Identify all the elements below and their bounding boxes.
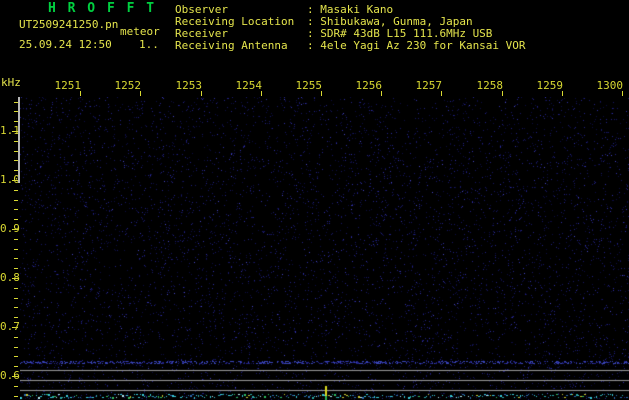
y-tick-mark-left <box>12 376 18 377</box>
x-tick-label: 1257 <box>415 79 443 92</box>
freq-unit-label: kHz <box>1 76 21 89</box>
info-label: Receiving Antenna <box>175 39 288 52</box>
y-tick-mark-left <box>14 396 18 397</box>
x-tick-label: 1259 <box>536 79 564 92</box>
station-name: meteor <box>120 25 160 38</box>
app-title: H R O F F T <box>48 1 157 16</box>
x-tick-label: 1256 <box>355 79 383 92</box>
x-tick-mark <box>441 91 442 96</box>
x-tick-label: 1254 <box>235 79 263 92</box>
y-tick-mark-left <box>12 327 18 328</box>
y-tick-mark-left <box>14 347 18 348</box>
info-row: Receiving Antenna : 4ele Yagi Az 230 for … <box>175 40 526 52</box>
x-tick-mark <box>261 91 262 96</box>
x-tick-mark <box>140 91 141 96</box>
spectrogram-canvas <box>20 97 629 400</box>
x-tick-label: 1253 <box>175 79 203 92</box>
x-tick-mark <box>622 91 623 96</box>
y-tick-mark-left <box>14 356 18 357</box>
header-info: Observer: Masaki Kano Receiving Location:… <box>175 4 526 52</box>
x-tick-mark <box>502 91 503 96</box>
output-filename: UT2509241250.pn <box>19 18 119 31</box>
datetime-label: 25.09.24 12:50 <box>19 38 112 51</box>
y-tick-mark-left <box>12 229 18 230</box>
x-tick-label: 1252 <box>114 79 142 92</box>
x-tick-mark <box>381 91 382 96</box>
x-tick-label: 1255 <box>295 79 323 92</box>
y-tick-mark-left <box>12 278 18 279</box>
y-tick-mark-left <box>14 307 18 308</box>
info-value: : 4ele Yagi Az 230 for Kansai VOR <box>307 39 526 52</box>
y-tick-mark-left <box>14 200 18 201</box>
y-tick-mark-left <box>14 268 18 269</box>
hrofft-window: H R O F F T UT2509241250.pn meteor 25.09… <box>0 0 629 400</box>
x-tick-mark <box>562 91 563 96</box>
y-tick-mark-left <box>14 190 18 191</box>
x-tick-label: 1258 <box>476 79 504 92</box>
y-tick-mark-left <box>14 219 18 220</box>
y-tick-mark-left <box>14 239 18 240</box>
y-tick-mark-left <box>14 298 18 299</box>
y-tick-mark-left <box>14 258 18 259</box>
y-tick-mark-left <box>14 209 18 210</box>
x-tick-mark <box>321 91 322 96</box>
counter-label: 1.. <box>139 38 159 51</box>
x-tick-label: 1300 <box>596 79 624 92</box>
y-tick-mark-left <box>14 386 18 387</box>
x-tick-mark <box>201 91 202 96</box>
y-tick-mark-left <box>14 288 18 289</box>
y-tick-mark-left <box>14 337 18 338</box>
y-tick-mark-left <box>14 249 18 250</box>
x-tick-label: 1251 <box>54 79 82 92</box>
y-tick-mark-left <box>14 366 18 367</box>
x-tick-mark <box>80 91 81 96</box>
y-tick-mark-left <box>14 317 18 318</box>
